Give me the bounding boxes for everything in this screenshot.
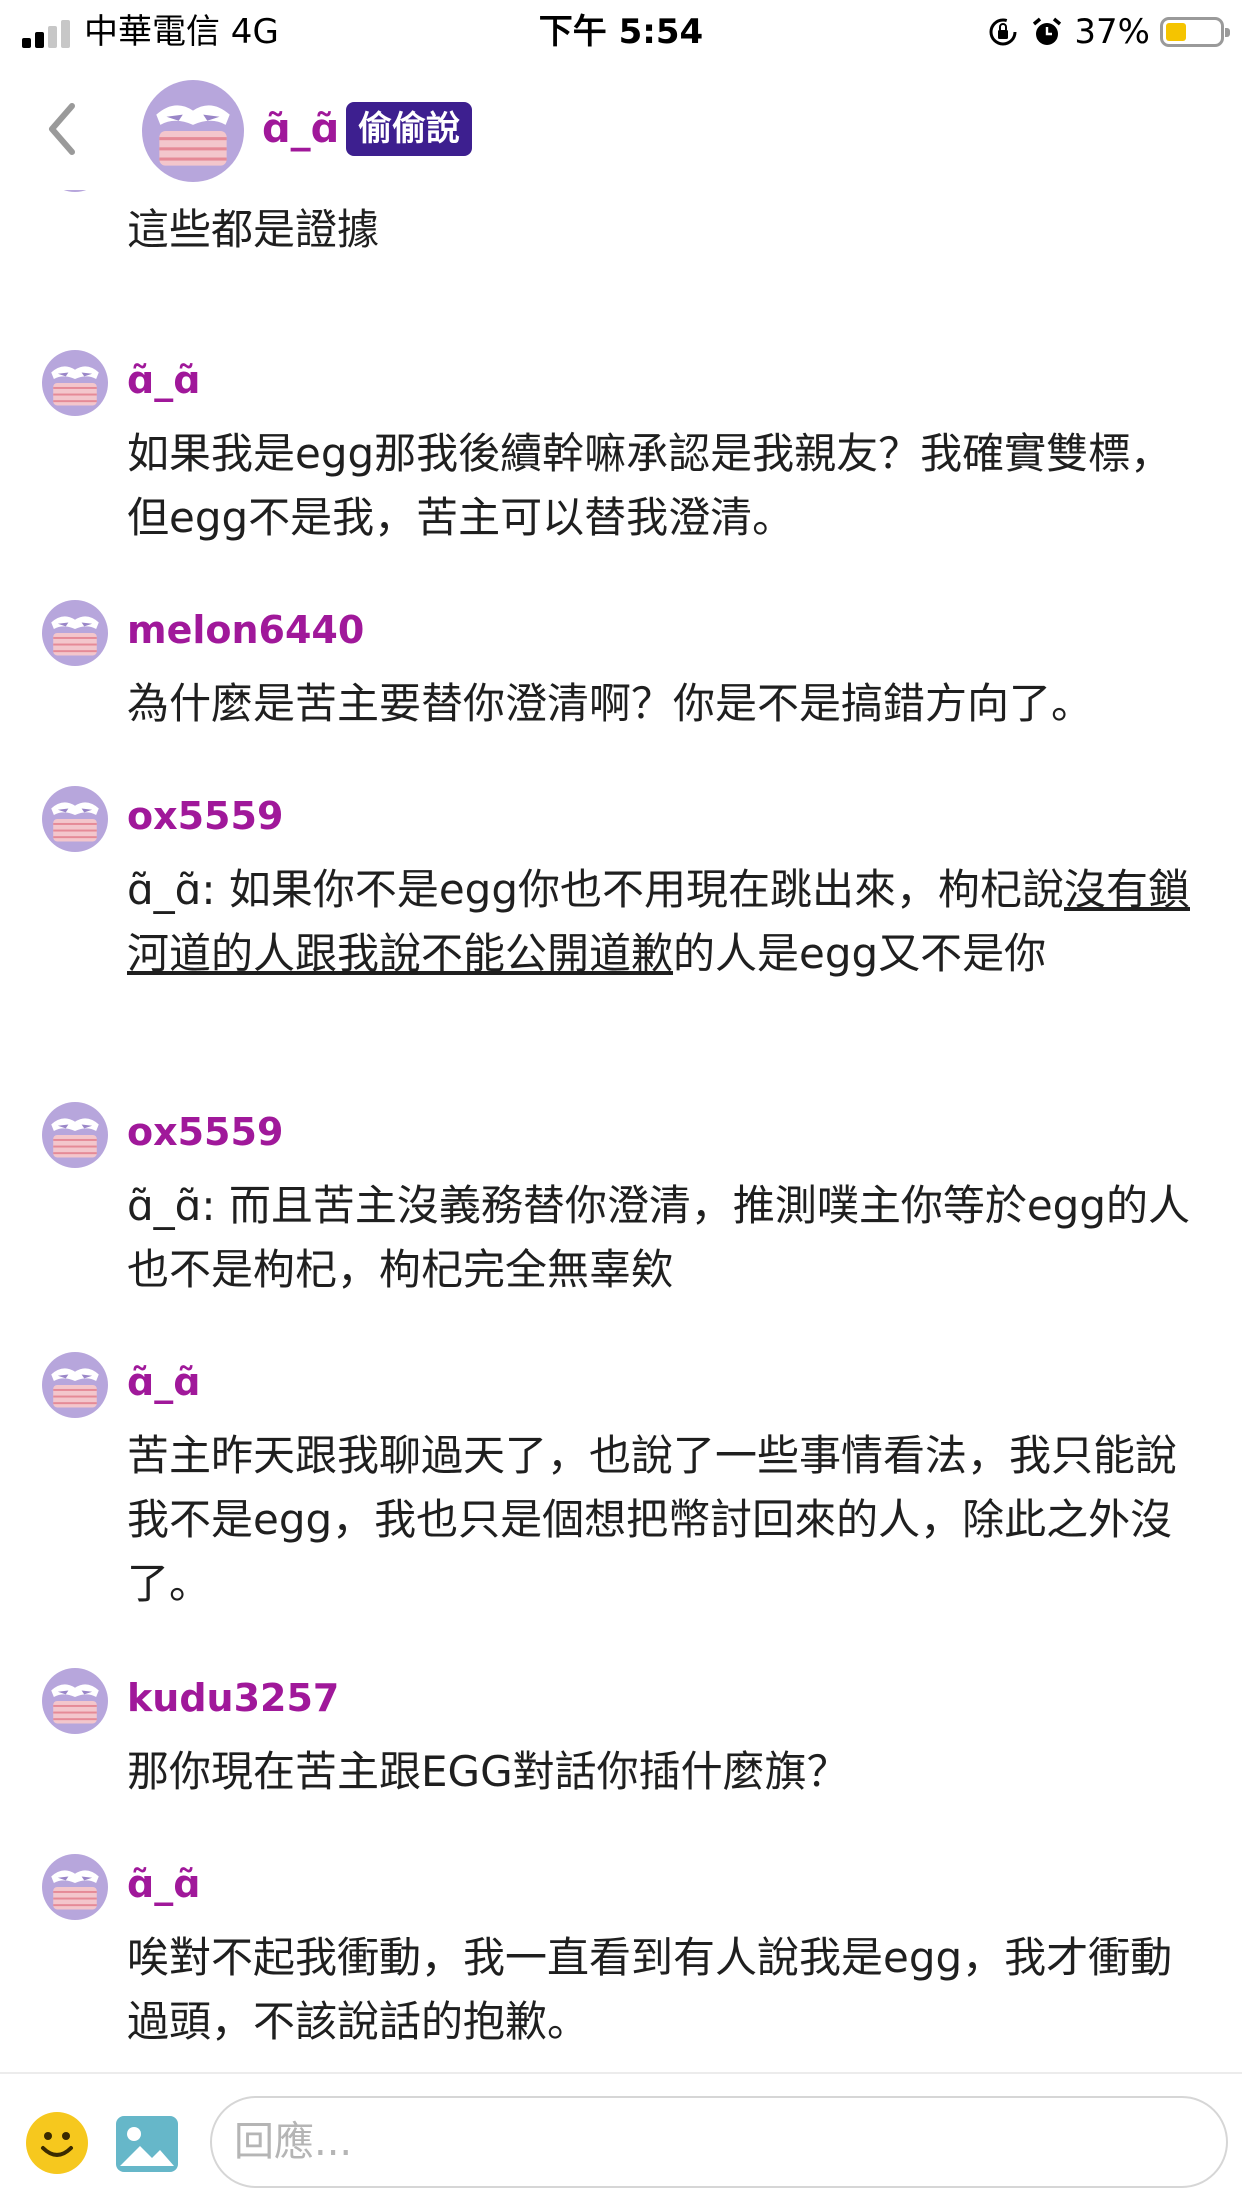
response-username[interactable]: ɑ̃_ɑ̃	[127, 354, 200, 406]
battery-icon	[1160, 17, 1230, 47]
avatar[interactable]	[142, 80, 244, 182]
reply-bar	[0, 2072, 1242, 2210]
response-username[interactable]: kudu3257	[127, 1672, 339, 1724]
avatar[interactable]	[42, 350, 108, 416]
response-username[interactable]: ɑ̃_ɑ̃	[127, 1858, 200, 1910]
response-text: 唉對不起我衝動，我一直看到有人說我是egg，我才衝動過頭，不該說話的抱歉。	[127, 1933, 1173, 2046]
response-text: 那你現在苦主跟EGG對話你插什麼旗？	[127, 1747, 849, 1796]
avatar[interactable]	[42, 1854, 108, 1920]
avatar[interactable]	[42, 1668, 108, 1734]
response-text: 如果我是egg那我後續幹嘛承認是我親友？我確實雙標，但egg不是我，苦主可以替我…	[127, 429, 1173, 542]
response-username[interactable]: ox5559	[127, 790, 283, 842]
avatar[interactable]	[42, 786, 108, 852]
anonymous-badge: 偷偷說	[346, 102, 472, 156]
avatar[interactable]	[42, 600, 108, 666]
response-text: ɑ̃_ɑ̃: 而且苦主沒義務替你澄清，推測噗主你等於egg的人也不是枸杞，枸杞完…	[127, 1181, 1190, 1294]
response-list[interactable]: kudu3257 這些都是證據 ɑ̃_ɑ̃ 如果我是egg那我後續幹嘛承認是我親…	[0, 150, 1242, 2072]
status-right: 37%	[986, 12, 1230, 52]
orientation-lock-icon	[989, 18, 1017, 46]
emoji-icon[interactable]	[24, 2110, 90, 2176]
avatar[interactable]	[42, 1352, 108, 1418]
battery-percent: 37%	[1074, 12, 1150, 52]
reply-input[interactable]	[210, 2096, 1228, 2188]
response-username[interactable]: ɑ̃_ɑ̃	[127, 1356, 200, 1408]
response-username[interactable]: ox5559	[127, 1106, 283, 1158]
image-icon[interactable]	[114, 2114, 180, 2174]
poster-name[interactable]: ɑ̃_ɑ̃	[262, 102, 339, 156]
alarm-icon	[1033, 17, 1062, 45]
status-bar: 中華電信 4G 下午 5:54 37%	[0, 0, 1242, 64]
response-text: ɑ̃_ɑ̃: 如果你不是egg你也不用現在跳出來，枸杞說沒有鎖河道的人跟我說不能…	[127, 865, 1190, 978]
response-text: 為什麼是苦主要替你澄清啊？你是不是搞錯方向了。	[127, 679, 1094, 728]
avatar[interactable]	[42, 1102, 108, 1168]
response-username[interactable]: melon6440	[127, 604, 364, 656]
response-text: 這些都是證據	[127, 205, 380, 254]
chevron-left-icon[interactable]	[38, 94, 88, 164]
thread-header: ɑ̃_ɑ̃ 偷偷說	[0, 64, 1242, 190]
response-text: 苦主昨天跟我聊過天了，也說了一些事情看法，我只能說我不是egg，我也只是個想把幣…	[127, 1431, 1178, 1608]
